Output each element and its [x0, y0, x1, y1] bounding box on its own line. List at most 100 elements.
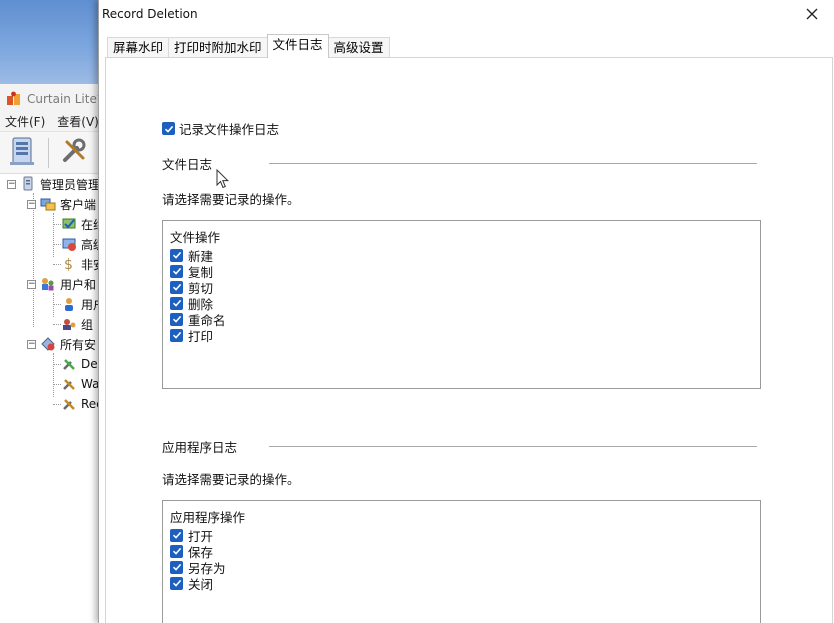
tab-advanced-settings[interactable]: 高级设置	[327, 37, 390, 58]
policies-icon	[40, 336, 56, 352]
tree-connector	[53, 364, 61, 365]
toolbar-settings-button[interactable]	[57, 136, 91, 170]
toolbar-separator	[48, 137, 49, 168]
tree-node-advanced[interactable]: 高级	[61, 235, 100, 253]
menu-view[interactable]: 查看(V)	[57, 113, 99, 130]
app-title: Curtain Lite管	[27, 91, 100, 106]
checkbox-checked-icon	[170, 312, 183, 326]
tree-node-admin[interactable]: − 管理员管理	[7, 175, 100, 193]
tree-label: 客户端	[60, 197, 97, 212]
file-operations-list[interactable]: 文件操作 新建 复制 剪切 删除 重命名 打印	[162, 220, 761, 389]
tree-connector	[53, 304, 61, 305]
file-op-print-checkbox[interactable]: 打印	[170, 327, 214, 344]
checkbox-checked-icon	[170, 248, 183, 262]
checkbox-checked-icon	[170, 328, 183, 342]
collapse-icon[interactable]: −	[27, 339, 36, 349]
tree-node-users-groups[interactable]: − 用户和	[27, 275, 96, 293]
tree-node-policy-de[interactable]: De	[61, 355, 98, 373]
record-deletion-dialog: Record Deletion 屏幕水印 打印时附加水印 文件日志 高级设置 记…	[98, 0, 834, 623]
tab-print-watermark[interactable]: 打印时附加水印	[168, 37, 268, 58]
tabstrip: 屏幕水印 打印时附加水印 文件日志 高级设置	[107, 34, 390, 58]
tree-label: 所有安	[60, 337, 97, 352]
tree-connector	[53, 244, 61, 245]
clients-icon	[40, 196, 56, 212]
file-operations-header: 文件操作	[170, 230, 221, 245]
navigation-tree: − 管理员管理 − 客户端 在线 高级 $ 非安 − 用户和 用户 组 − 所有…	[0, 176, 100, 623]
collapse-icon[interactable]: −	[27, 279, 36, 289]
group-divider	[269, 163, 757, 164]
app-op-close-checkbox[interactable]: 关闭	[170, 575, 214, 592]
tree-connector	[53, 353, 54, 397]
checkbox-checked-icon	[162, 122, 175, 135]
tools-icon	[61, 356, 77, 372]
tab-screen-watermark[interactable]: 屏幕水印	[107, 37, 170, 58]
server-icon	[20, 176, 36, 192]
svg-text:$: $	[64, 257, 73, 272]
close-icon	[806, 8, 818, 23]
dialog-title: Record Deletion	[102, 7, 198, 21]
tree-connector	[53, 384, 61, 385]
collapse-icon[interactable]: −	[7, 179, 16, 189]
users-groups-icon	[40, 276, 56, 292]
app-titlebar: Curtain Lite管	[0, 84, 100, 112]
toolbar-server-button[interactable]	[6, 136, 40, 170]
app-log-group-title: 应用程序日志	[162, 440, 238, 455]
record-file-log-label: 记录文件操作日志	[179, 122, 280, 137]
tree-node-unsafe[interactable]: $ 非安	[61, 255, 100, 273]
checkbox-checked-icon	[170, 544, 183, 558]
menu-file[interactable]: 文件(F)	[5, 113, 45, 130]
checkbox-checked-icon	[170, 264, 183, 278]
checkbox-checked-icon	[170, 280, 183, 294]
tree-node-clients[interactable]: − 客户端	[27, 195, 96, 213]
unsafe-clients-icon: $	[61, 256, 77, 273]
tab-panel: 记录文件操作日志 文件日志 请选择需要记录的操作。 文件操作 新建 复制 剪切 …	[105, 57, 833, 623]
checkbox-checked-icon	[170, 528, 183, 542]
desktop-background	[0, 0, 100, 84]
file-op-label: 打印	[188, 328, 214, 344]
app-toolbar	[0, 132, 100, 174]
tab-file-log[interactable]: 文件日志	[266, 34, 329, 58]
close-button[interactable]	[789, 0, 834, 30]
tree-connector	[53, 264, 61, 265]
checkbox-checked-icon	[170, 296, 183, 310]
wrench-screwdriver-icon	[59, 136, 89, 169]
record-file-log-checkbox[interactable]: 记录文件操作日志	[162, 119, 279, 138]
app-logo-icon	[6, 91, 21, 106]
tree-connector	[53, 404, 61, 405]
group-divider	[269, 446, 757, 447]
collapse-icon[interactable]: −	[27, 199, 36, 209]
tree-node-policy-rec[interactable]: Rec	[61, 395, 100, 413]
app-menubar: 文件(F) 查看(V)	[0, 112, 100, 132]
tree-label: Wa	[81, 377, 100, 391]
group-icon	[61, 316, 77, 332]
checkbox-checked-icon	[170, 576, 183, 590]
dialog-titlebar: Record Deletion	[99, 0, 834, 30]
tree-node-group[interactable]: 组	[61, 315, 93, 333]
tree-connector	[53, 293, 54, 317]
tree-connector	[53, 324, 61, 325]
server-icon	[8, 135, 38, 170]
tree-connector	[53, 213, 54, 257]
tree-node-online[interactable]: 在线	[61, 215, 100, 233]
tools-icon	[61, 396, 77, 412]
file-log-group-title: 文件日志	[162, 157, 213, 172]
app-operations-header: 应用程序操作	[170, 510, 246, 525]
tree-connector	[33, 193, 34, 327]
file-log-instruction: 请选择需要记录的操作。	[162, 192, 300, 207]
tree-label: 管理员管理	[40, 177, 100, 192]
advanced-clients-icon	[61, 236, 77, 252]
checkbox-checked-icon	[170, 560, 183, 574]
app-operations-list[interactable]: 应用程序操作 打开 保存 另存为 关闭	[162, 500, 761, 623]
tree-label: De	[81, 357, 98, 371]
tree-label: 用户和	[60, 277, 97, 292]
tree-node-policies[interactable]: − 所有安	[27, 335, 96, 353]
tree-connector	[53, 224, 61, 225]
tools-icon	[61, 376, 77, 392]
mouse-cursor-icon	[216, 168, 230, 189]
main-app-window: Curtain Lite管 文件(F) 查看(V)	[0, 84, 100, 623]
online-clients-icon	[61, 216, 77, 232]
tree-node-user[interactable]: 用户	[61, 295, 100, 313]
tree-node-policy-wa[interactable]: Wa	[61, 375, 99, 393]
app-log-instruction: 请选择需要记录的操作。	[162, 472, 300, 487]
app-op-label: 关闭	[188, 576, 214, 592]
